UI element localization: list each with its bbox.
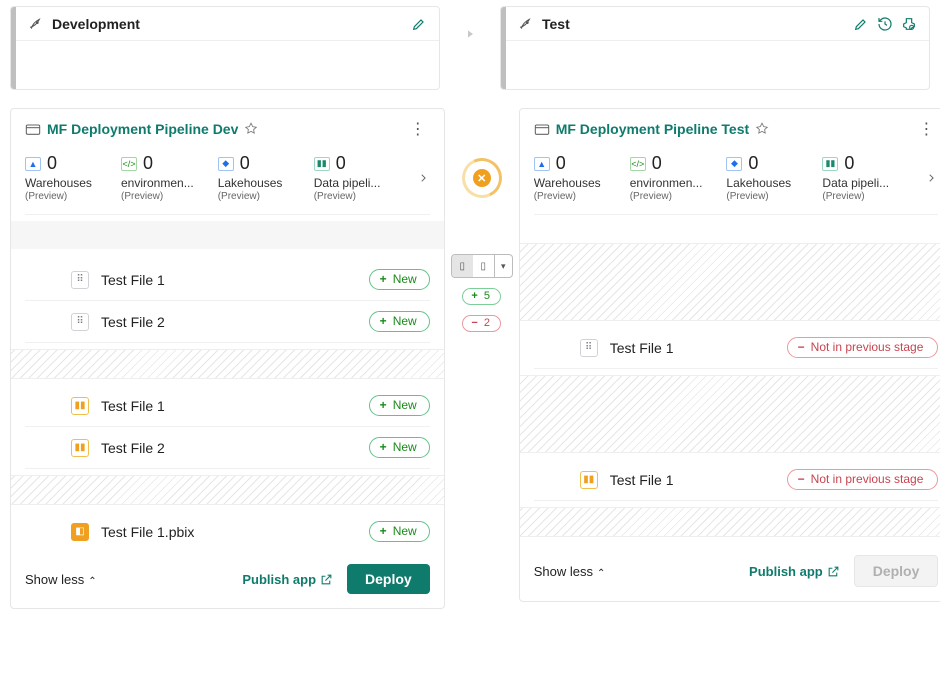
item-name: Test File 1 xyxy=(610,340,787,356)
item-row[interactable]: ▮▮ Test File 2+New xyxy=(25,427,430,469)
history-icon[interactable] xyxy=(877,16,893,32)
placeholder-band xyxy=(11,475,444,505)
new-badge[interactable]: +New xyxy=(369,311,430,332)
workspace-card-dev: MF Deployment Pipeline Dev ⋮ ▲0 Warehous… xyxy=(10,108,445,609)
deploy-button-disabled: Deploy xyxy=(854,555,939,587)
lakehouse-icon: ◆ xyxy=(726,157,742,171)
placeholder-band xyxy=(11,349,444,379)
metric-pipelines[interactable]: ▮▮0 Data pipeli... (Preview) xyxy=(822,153,894,202)
compare-status-icon[interactable]: ✕ xyxy=(462,158,502,198)
environment-icon: </> xyxy=(630,157,646,171)
item-row[interactable]: ▮▮ Test File 1 −Not in previous stage xyxy=(534,459,939,501)
item-name: Test File 1.pbix xyxy=(101,524,369,540)
item-name: Test File 1 xyxy=(101,272,369,288)
stage-arrow-icon xyxy=(450,14,490,54)
deploy-button[interactable]: Deploy xyxy=(347,564,430,594)
workspace-title: MF Deployment Pipeline Test xyxy=(534,121,915,137)
dataset-icon: ⠿ xyxy=(71,313,89,331)
lakehouse-icon: ◆ xyxy=(218,157,234,171)
report-icon: ▮▮ xyxy=(71,397,89,415)
compare-column: ✕ ▯ ▯ ▾ +5 −2 xyxy=(459,108,505,332)
metric-scroll-right[interactable] xyxy=(410,171,430,185)
more-menu-button[interactable]: ⋮ xyxy=(406,119,430,139)
environment-icon: </> xyxy=(121,157,137,171)
workspace-icon xyxy=(534,122,550,136)
report-icon: ▮▮ xyxy=(580,471,598,489)
show-less-toggle[interactable]: Show less⌃ xyxy=(534,564,606,579)
stage-header-row: Development xyxy=(10,6,930,90)
pipeline-icon: ▮▮ xyxy=(314,157,330,171)
new-badge[interactable]: +New xyxy=(369,269,430,290)
card-footer: Show less⌃ Publish app Deploy xyxy=(25,564,430,594)
settings-gear-icon[interactable] xyxy=(901,16,917,32)
workspace-title-text: MF Deployment Pipeline Test xyxy=(556,121,749,137)
metric-environments[interactable]: </>0 environmen... (Preview) xyxy=(630,153,703,202)
compare-removed-badge[interactable]: −2 xyxy=(462,315,501,332)
item-row[interactable]: ◧ Test File 1.pbix+New xyxy=(25,511,430,552)
card-footer: Show less⌃ Publish app Deploy xyxy=(534,555,939,587)
item-name: Test File 1 xyxy=(101,398,369,414)
compare-view-seg-left[interactable]: ▯ xyxy=(452,255,473,277)
edit-icon[interactable] xyxy=(853,16,869,32)
metric-lakehouses[interactable]: ◆0 Lakehouses (Preview) xyxy=(218,153,290,202)
metric-strip: ▲0 Warehouses (Preview) </>0 environmen.… xyxy=(534,153,939,215)
stage-title: Development xyxy=(52,16,411,32)
missing-badge[interactable]: −Not in previous stage xyxy=(787,337,939,358)
premium-icon xyxy=(755,122,769,136)
stage-title: Test xyxy=(542,16,853,32)
compare-view-toggle[interactable]: ▯ ▯ ▾ xyxy=(451,254,513,278)
stage-test: Test xyxy=(500,6,930,90)
publish-app-link[interactable]: Publish app xyxy=(749,564,840,579)
placeholder-band xyxy=(520,507,940,537)
warehouse-icon: ▲ xyxy=(25,157,41,171)
premium-icon xyxy=(244,122,258,136)
show-less-toggle[interactable]: Show less⌃ xyxy=(25,572,97,587)
metric-pipelines[interactable]: ▮▮0 Data pipeli... (Preview) xyxy=(314,153,386,202)
compare-mismatch-icon: ✕ xyxy=(473,169,491,187)
missing-badge[interactable]: −Not in previous stage xyxy=(787,469,939,490)
metric-strip: ▲0 Warehouses (Preview) </>0 environmen.… xyxy=(25,153,430,215)
pipeline-icon: ▮▮ xyxy=(822,157,838,171)
workspace-icon xyxy=(25,122,41,136)
more-menu-button[interactable]: ⋮ xyxy=(914,119,938,139)
new-badge[interactable]: +New xyxy=(369,437,430,458)
placeholder-band xyxy=(520,243,940,321)
item-row[interactable]: ⠿ Test File 2+New xyxy=(25,301,430,343)
placeholder-band xyxy=(520,375,940,453)
compare-view-seg-right[interactable]: ▯ xyxy=(473,255,494,277)
item-list-dev: ⠿Test File 1+New⠿Test File 2+New▮▮Test F… xyxy=(25,259,430,552)
metric-warehouses[interactable]: ▲0 Warehouses (Preview) xyxy=(534,153,606,202)
empty-band xyxy=(11,221,444,249)
item-name: Test File 1 xyxy=(610,472,787,488)
dataset-icon: ⠿ xyxy=(71,271,89,289)
compare-added-badge[interactable]: +5 xyxy=(462,288,501,305)
workspace-row: MF Deployment Pipeline Dev ⋮ ▲0 Warehous… xyxy=(10,108,930,609)
item-row[interactable]: ⠿ Test File 1+New xyxy=(25,259,430,301)
rocket-icon xyxy=(518,16,534,32)
pbix-icon: ◧ xyxy=(71,523,89,541)
edit-icon[interactable] xyxy=(411,16,427,32)
workspace-title: MF Deployment Pipeline Dev xyxy=(25,121,406,137)
metric-lakehouses[interactable]: ◆0 Lakehouses (Preview) xyxy=(726,153,798,202)
dataset-icon: ⠿ xyxy=(580,339,598,357)
stage-development: Development xyxy=(10,6,440,90)
item-row[interactable]: ⠿ Test File 1 −Not in previous stage xyxy=(534,327,939,369)
publish-app-link[interactable]: Publish app xyxy=(242,572,333,587)
new-badge[interactable]: +New xyxy=(369,395,430,416)
warehouse-icon: ▲ xyxy=(534,157,550,171)
metric-environments[interactable]: </>0 environmen... (Preview) xyxy=(121,153,194,202)
report-icon: ▮▮ xyxy=(71,439,89,457)
metric-warehouses[interactable]: ▲0 Warehouses (Preview) xyxy=(25,153,97,202)
workspace-title-text: MF Deployment Pipeline Dev xyxy=(47,121,238,137)
item-name: Test File 2 xyxy=(101,440,369,456)
compare-view-dropdown[interactable]: ▾ xyxy=(495,254,513,278)
rocket-icon xyxy=(28,16,44,32)
item-name: Test File 2 xyxy=(101,314,369,330)
item-row[interactable]: ▮▮ Test File 1+New xyxy=(25,385,430,427)
workspace-card-test: MF Deployment Pipeline Test ⋮ ▲0 Warehou… xyxy=(519,108,940,602)
metric-scroll-right[interactable] xyxy=(918,171,938,185)
new-badge[interactable]: +New xyxy=(369,521,430,542)
